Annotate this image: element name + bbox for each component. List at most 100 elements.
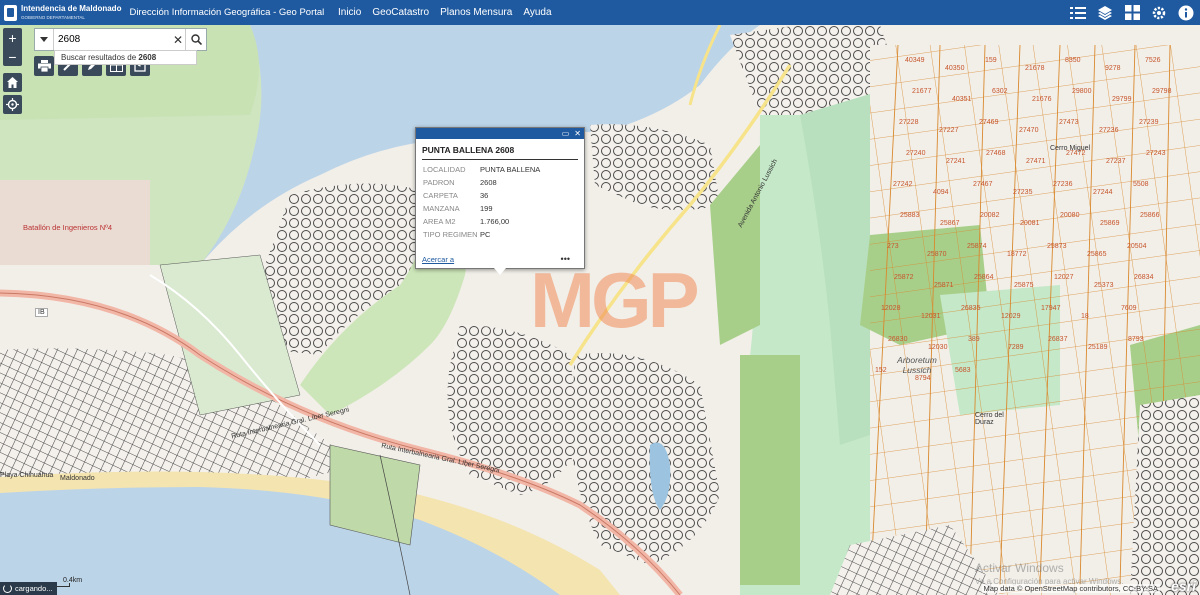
lot-label: 27242 xyxy=(893,181,913,188)
lot-label: 27235 xyxy=(1013,189,1033,196)
search-suggestion-prefix: Buscar resultados de xyxy=(61,53,139,62)
popup-field-row: AREA M2 1.766,00 xyxy=(423,215,584,228)
lot-label: 25883 xyxy=(900,212,920,219)
close-icon[interactable]: ✕ xyxy=(574,129,581,138)
chihuahua-label: Playa Chihuahua xyxy=(0,472,54,479)
lot-label: 21678 xyxy=(1025,65,1045,72)
field-key: MANZANA xyxy=(423,204,460,213)
search-suggestion[interactable]: Buscar resultados de 2608 xyxy=(54,50,197,65)
lot-label: 27467 xyxy=(973,181,993,188)
maximize-icon[interactable]: ▭ xyxy=(562,129,570,138)
cerro-duraz-label: Cerro del Duraz xyxy=(975,412,1004,426)
lot-label: 25865 xyxy=(1087,251,1107,258)
org-name: Intendencia de Maldonado xyxy=(21,3,122,13)
lot-label: 25875 xyxy=(1014,282,1034,289)
lot-label: 20081 xyxy=(1020,220,1040,227)
lot-label: 40351 xyxy=(952,96,972,103)
lot-label: 40349 xyxy=(905,57,925,64)
caret-down-icon xyxy=(40,37,48,42)
lot-label: 27236 xyxy=(1053,181,1073,188)
nav-inicio[interactable]: Inicio xyxy=(338,7,361,18)
info-icon[interactable] xyxy=(1178,5,1194,21)
field-value: PC xyxy=(480,230,491,239)
lot-label: 27473 xyxy=(1059,119,1079,126)
search-source-dropdown[interactable] xyxy=(35,29,54,50)
lot-label: 21677 xyxy=(912,88,932,95)
layers-icon[interactable] xyxy=(1097,5,1113,21)
lot-label: 18 xyxy=(1081,313,1089,320)
lot-label: 40350 xyxy=(945,65,965,72)
lot-label: 20080 xyxy=(1060,212,1080,219)
home-icon xyxy=(7,77,18,88)
list-icon[interactable] xyxy=(1070,5,1086,21)
lot-label: 25189 xyxy=(1088,344,1108,351)
lot-label: 27470 xyxy=(1019,127,1039,134)
nav-ayuda[interactable]: Ayuda xyxy=(523,7,551,18)
lot-label: 25373 xyxy=(1094,282,1114,289)
lot-label: 26830 xyxy=(888,336,908,343)
header-tools xyxy=(1070,0,1194,25)
app-title: Dirección Información Geográfica - Geo P… xyxy=(129,7,325,18)
nav-planos-mensura[interactable]: Planos Mensura xyxy=(440,7,512,18)
home-button[interactable] xyxy=(3,73,22,92)
map-attribution: Map data © OpenStreetMap contributors, C… xyxy=(981,584,1160,593)
zoom-control: + − xyxy=(3,28,22,66)
lot-label: 12029 xyxy=(1001,313,1021,320)
search-button[interactable] xyxy=(185,29,206,50)
lot-label: 12027 xyxy=(1054,274,1074,281)
field-value: 36 xyxy=(480,191,489,200)
lot-label: 18772 xyxy=(1007,251,1027,258)
lot-label: 27472 xyxy=(1066,150,1086,157)
lot-label: 29800 xyxy=(1072,88,1092,95)
lot-label: 7609 xyxy=(1121,305,1137,312)
field-value: 199 xyxy=(480,204,493,213)
popup-field-row: TIPO REGIMEN PC xyxy=(423,228,584,241)
scale-label: 0.4km xyxy=(63,577,83,584)
lot-label: 25869 xyxy=(1100,220,1120,227)
lot-label: 12030 xyxy=(928,344,948,351)
loading-text: cargando... xyxy=(15,584,53,593)
zoom-in-button[interactable]: + xyxy=(3,28,22,47)
watermark-title: Activar Windows xyxy=(975,561,1064,575)
lot-label: 25873 xyxy=(1047,243,1067,250)
lot-label: 27237 xyxy=(1106,158,1126,165)
lot-label: 273 xyxy=(887,243,899,250)
popup-field-row: CARPETA 36 xyxy=(423,189,584,202)
main-nav: Inicio GeoCatastro Planos Mensura Ayuda xyxy=(338,0,552,25)
maldonado-label: Maldonado xyxy=(60,475,95,482)
field-key: CARPETA xyxy=(423,191,458,200)
search-input[interactable] xyxy=(54,30,171,49)
nav-geocatastro[interactable]: GeoCatastro xyxy=(372,7,429,18)
lot-label: 5683 xyxy=(955,367,971,374)
lot-label: 27228 xyxy=(899,119,919,126)
map-view[interactable]: Batallón de Ingenieros Nº4 Arboretum Lus… xyxy=(0,25,1200,595)
spinner-icon xyxy=(3,584,12,593)
field-key: TIPO REGIMEN xyxy=(423,230,478,239)
print-button[interactable] xyxy=(34,56,54,76)
lot-label: 5508 xyxy=(1133,181,1149,188)
zoom-out-button[interactable]: − xyxy=(3,47,22,66)
locate-button[interactable] xyxy=(3,95,22,114)
lot-label: 7289 xyxy=(1008,344,1024,351)
lot-label: 20504 xyxy=(1127,243,1147,250)
zoom-to-link[interactable]: Acercar a xyxy=(422,255,454,264)
lot-label: 8793 xyxy=(1128,336,1144,343)
lot-label: 29798 xyxy=(1152,88,1172,95)
popup-field-row: LOCALIDAD PUNTA BALLENA xyxy=(423,163,584,176)
popup-field-row: PADRON 2608 xyxy=(423,176,584,189)
basemap-grid-icon[interactable] xyxy=(1124,5,1140,21)
field-value: PUNTA BALLENA xyxy=(480,165,541,174)
lot-label: 9278 xyxy=(1105,65,1121,72)
lot-label: 21676 xyxy=(1032,96,1052,103)
esri-logo: esri xyxy=(1171,578,1196,594)
field-key: PADRON xyxy=(423,178,455,187)
clear-icon[interactable]: ✕ xyxy=(171,33,185,47)
settings-gear-icon[interactable] xyxy=(1151,5,1167,21)
more-actions-button[interactable]: ••• xyxy=(561,254,570,264)
field-key: AREA M2 xyxy=(423,217,456,226)
lot-label: 25866 xyxy=(1140,212,1160,219)
field-value: 2608 xyxy=(480,178,497,187)
lot-label: 25874 xyxy=(967,243,987,250)
lot-label: 27239 xyxy=(1139,119,1159,126)
org-logo[interactable]: Intendencia de Maldonado GOBIERNO DEPART… xyxy=(4,4,121,22)
